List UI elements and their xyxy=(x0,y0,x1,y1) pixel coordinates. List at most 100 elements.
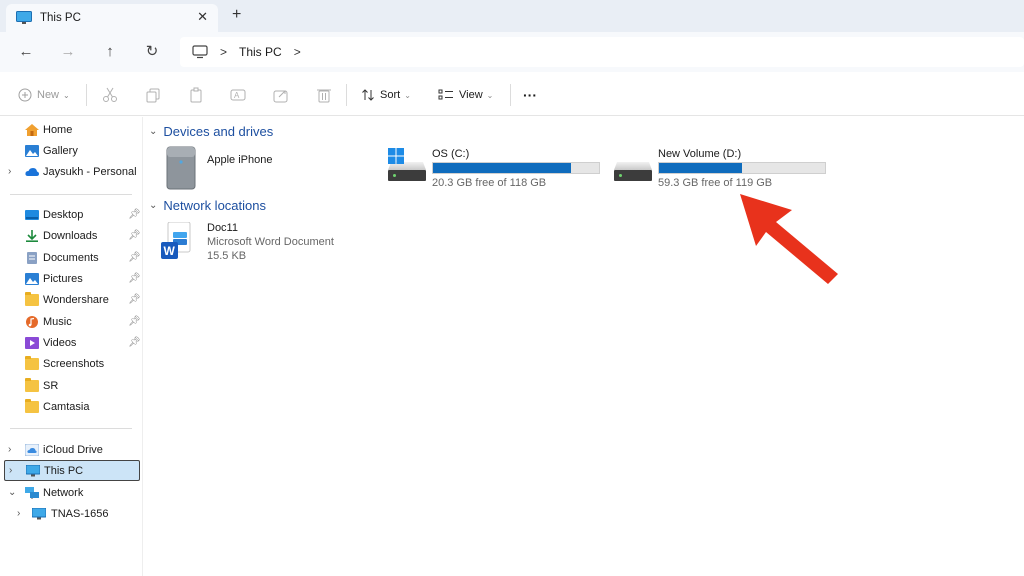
folder-icon xyxy=(25,377,39,392)
sidebar-item-label: Downloads xyxy=(43,229,98,242)
network-item-doc11[interactable]: W Doc11 Microsoft Word Document 15.5 KB xyxy=(160,220,360,266)
sidebar-item-label: TNAS-1656 xyxy=(51,507,109,520)
sidebar-item-wondershare[interactable]: Wondershare 📌︎ xyxy=(0,289,143,310)
sort-button[interactable]: Sort ⌄ xyxy=(361,86,411,104)
sidebar-item-music[interactable]: Music 📌︎ xyxy=(0,311,143,332)
download-icon xyxy=(26,229,38,242)
drive-usage-bar xyxy=(658,162,826,174)
breadcrumb-expand-icon[interactable]: > xyxy=(294,45,301,59)
sidebar-item-pictures[interactable]: Pictures 📌︎ xyxy=(0,268,143,289)
toolbar-divider xyxy=(346,84,347,106)
sidebar-item-onedrive[interactable]: › Jaysukh - Personal xyxy=(0,161,143,182)
view-button[interactable]: View ⌄ xyxy=(438,86,493,104)
sidebar-item-label: SR xyxy=(43,379,59,392)
sidebar-divider xyxy=(10,428,132,429)
folder-icon xyxy=(25,291,39,306)
sidebar-item-label: Music xyxy=(43,315,72,328)
drive-name: OS (C:) xyxy=(432,148,470,160)
rename-button[interactable]: A xyxy=(230,86,246,104)
network-section-header[interactable]: ⌄ Network locations xyxy=(149,198,266,213)
cut-button[interactable] xyxy=(102,86,118,104)
chevron-right-icon[interactable]: › xyxy=(9,465,12,476)
cloud-icon xyxy=(25,167,39,176)
chevron-down-icon: ⌄ xyxy=(486,90,494,100)
devices-section-header[interactable]: ⌄ Devices and drives xyxy=(149,124,273,139)
forward-arrow-icon[interactable]: → xyxy=(58,42,78,62)
sidebar-item-screenshots[interactable]: Screenshots xyxy=(0,353,143,374)
network-section-title: Network locations xyxy=(163,198,266,213)
pin-icon[interactable]: 📌︎ xyxy=(128,209,141,220)
pin-icon[interactable]: 📌︎ xyxy=(128,294,141,305)
new-button[interactable]: New ⌄ xyxy=(18,86,70,104)
sidebar-item-desktop[interactable]: Desktop 📌︎ xyxy=(0,204,143,225)
sidebar-item-this-pc[interactable]: › This PC xyxy=(4,460,140,481)
word-document-icon: W xyxy=(161,222,191,259)
trash-icon xyxy=(317,89,331,103)
desktop-icon xyxy=(25,209,39,220)
pin-icon[interactable]: 📌︎ xyxy=(128,252,141,263)
chevron-right-icon[interactable]: › xyxy=(17,508,20,519)
toolbar-divider xyxy=(510,84,511,106)
chevron-right-icon[interactable]: › xyxy=(8,444,11,455)
file-name: Doc11 xyxy=(207,222,238,234)
svg-text:W: W xyxy=(164,244,176,258)
new-tab-icon[interactable]: + xyxy=(232,6,241,24)
chevron-right-icon[interactable]: › xyxy=(8,166,11,177)
address-bar[interactable]: > This PC > xyxy=(180,37,1024,67)
sidebar-item-home[interactable]: Home xyxy=(0,119,143,140)
computer-icon xyxy=(192,45,208,59)
drive-d[interactable]: New Volume (D:) 59.3 GB free of 119 GB xyxy=(612,146,828,192)
windows-logo-icon xyxy=(388,148,404,164)
share-icon xyxy=(273,90,288,103)
sidebar-item-icloud-drive[interactable]: › iCloud Drive xyxy=(0,439,143,460)
sidebar-item-downloads[interactable]: Downloads 📌︎ xyxy=(0,225,143,246)
chevron-down-icon: ⌄ xyxy=(404,90,411,100)
more-options-button[interactable]: ··· xyxy=(523,86,537,104)
pin-icon[interactable]: 📌︎ xyxy=(128,273,141,284)
device-apple-iphone[interactable]: Apple iPhone xyxy=(163,146,313,192)
up-arrow-icon[interactable]: ↑ xyxy=(100,42,120,62)
close-tab-icon[interactable]: ✕ xyxy=(197,9,208,25)
breadcrumb-this-pc[interactable]: This PC xyxy=(239,45,282,59)
pin-icon[interactable]: 📌︎ xyxy=(128,337,141,348)
sidebar-item-documents[interactable]: Documents 📌︎ xyxy=(0,247,143,268)
pin-icon[interactable]: 📌︎ xyxy=(128,230,141,241)
sidebar-item-camtasia[interactable]: Camtasia xyxy=(0,396,143,417)
sidebar-item-tnas[interactable]: › TNAS-1656 xyxy=(0,503,143,524)
red-arrow-annotation xyxy=(740,194,838,284)
scissors-icon xyxy=(103,87,117,102)
rename-icon: A xyxy=(230,89,246,101)
sidebar-item-sr[interactable]: SR xyxy=(0,375,143,396)
sidebar-item-label: This PC xyxy=(44,464,84,477)
drive-usage-fill xyxy=(659,163,742,173)
drive-c[interactable]: OS (C:) 20.3 GB free of 118 GB xyxy=(386,146,602,192)
sidebar-item-gallery[interactable]: Gallery xyxy=(0,140,143,161)
home-icon xyxy=(25,123,39,136)
drive-free-space: 59.3 GB free of 119 GB xyxy=(658,177,773,189)
svg-text:A: A xyxy=(234,91,240,100)
sidebar-divider xyxy=(10,194,132,195)
sidebar-item-label: Desktop xyxy=(43,208,84,221)
paste-button[interactable] xyxy=(188,86,204,104)
monitor-icon xyxy=(16,11,32,24)
network-icon xyxy=(25,486,39,499)
tab-this-pc[interactable]: This PC ✕ xyxy=(6,4,218,32)
pin-icon[interactable]: 📌︎ xyxy=(128,316,141,327)
back-arrow-icon[interactable]: ← xyxy=(16,42,36,62)
sidebar-item-label: Pictures xyxy=(43,272,83,285)
drive-name: New Volume (D:) xyxy=(658,148,742,160)
sidebar-item-label: Gallery xyxy=(43,144,78,157)
folder-icon xyxy=(25,355,39,370)
sidebar-item-videos[interactable]: Videos 📌︎ xyxy=(0,332,143,353)
copy-button[interactable] xyxy=(145,86,161,104)
share-button[interactable] xyxy=(273,86,289,104)
delete-button[interactable] xyxy=(316,86,332,104)
chevron-down-icon[interactable]: ⌄ xyxy=(8,487,16,498)
sidebar-item-network[interactable]: ⌄ Network xyxy=(0,482,143,503)
monitor-icon xyxy=(26,464,40,476)
command-toolbar: New ⌄ A Sort ⌄ View ⌄ ··· xyxy=(0,74,1024,116)
sidebar-item-label: Documents xyxy=(43,251,99,264)
refresh-icon[interactable]: ↻ xyxy=(142,42,162,62)
sidebar-item-label: Home xyxy=(43,123,73,136)
navigation-bar: ← → ↑ ↻ > This PC > xyxy=(0,32,1024,72)
